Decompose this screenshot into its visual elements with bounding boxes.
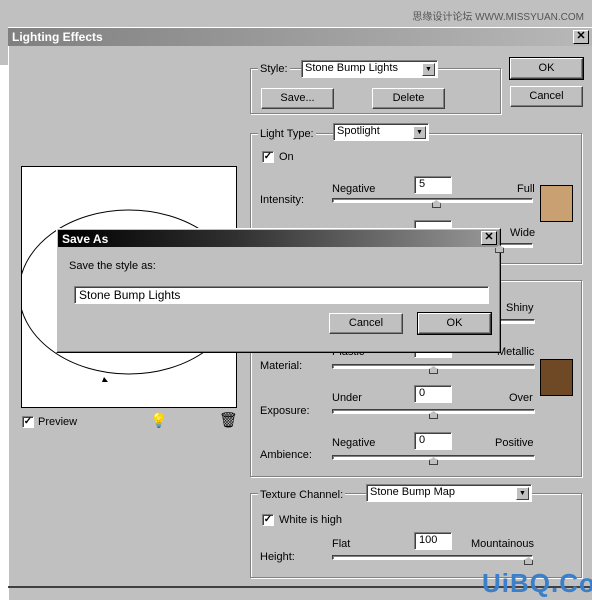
intensity-label: Intensity: [260,194,305,206]
close-button[interactable]: ✕ [573,30,589,44]
cancel-button[interactable]: Cancel [510,86,583,107]
exposure-min-label: Under [332,392,362,404]
height-slider[interactable] [332,555,533,560]
save-as-ok-button[interactable]: OK [417,312,492,335]
background-canvas [0,65,8,600]
light-type-label: Light Type: [258,128,316,140]
lightbulb-icon[interactable]: 💡 [150,412,167,429]
ambient-color-swatch[interactable] [540,359,573,396]
chevron-down-icon: ▼ [422,63,435,76]
title-bar: Lighting Effects [8,28,592,46]
focus-max-label: Wide [510,227,536,239]
chevron-down-icon: ▼ [516,487,529,500]
ok-button[interactable]: OK [509,57,584,80]
height-min-label: Flat [332,538,351,550]
save-as-prompt: Save the style as: [69,260,156,272]
white-is-high-checkbox[interactable]: ✓ [262,514,274,526]
light-color-swatch[interactable] [540,185,573,222]
watermark-logo: UiBQ.CoM [482,568,592,598]
white-is-high-label: White is high [279,514,342,526]
material-label: Material: [260,360,303,372]
save-style-button[interactable]: Save... [261,88,334,109]
texture-channel-value: Stone Bump Map [370,486,455,498]
style-name-input[interactable]: Stone Bump Lights [74,286,489,304]
on-checkbox[interactable]: ✓ [262,151,274,163]
light-type-value: Spotlight [337,125,380,137]
save-as-cancel-button[interactable]: Cancel [329,313,403,334]
exposure-label: Exposure: [260,405,310,417]
height-label: Height: [260,551,295,563]
texture-channel-select[interactable]: Stone Bump Map ▼ [366,484,532,502]
exposure-input[interactable]: 0 [414,385,452,403]
light-type-select[interactable]: Spotlight ▼ [333,123,429,141]
watermark: 思缘设计论坛 WWW.MISSYUAN.COM [412,12,584,23]
save-as-title: Save As [62,232,109,246]
height-max-label: Mountainous [471,538,534,550]
trash-icon[interactable]: 🗑 [219,411,238,429]
ambience-input[interactable]: 0 [414,432,452,450]
gloss-max-label: Shiny [506,302,534,314]
ambience-min-label: Negative [332,437,376,449]
intensity-slider[interactable] [332,198,533,203]
preview-checkbox[interactable]: ✓ [22,416,34,428]
height-input[interactable]: 100 [414,532,452,550]
exposure-max-label: Over [509,392,533,404]
intensity-min-label: Negative [332,183,376,195]
preview-label: Preview [38,416,78,428]
intensity-max-label: Full [517,183,535,195]
intensity-input[interactable]: 5 [414,176,452,194]
on-label: On [279,151,294,163]
style-label: Style: [258,63,290,75]
window-title: Lighting Effects [12,30,103,44]
chevron-down-icon: ▼ [413,126,426,139]
delete-style-button[interactable]: Delete [372,88,445,109]
ambience-max-label: Positive [495,437,534,449]
texture-channel-label: Texture Channel: [258,489,346,501]
material-max-label: Metallic [497,346,535,358]
style-select[interactable]: Stone Bump Lights ▼ [301,60,438,78]
save-as-title-bar: Save As [58,230,499,247]
style-value: Stone Bump Lights [305,62,398,74]
save-as-close-button[interactable]: ✕ [481,231,497,245]
ambience-label: Ambience: [260,449,312,461]
